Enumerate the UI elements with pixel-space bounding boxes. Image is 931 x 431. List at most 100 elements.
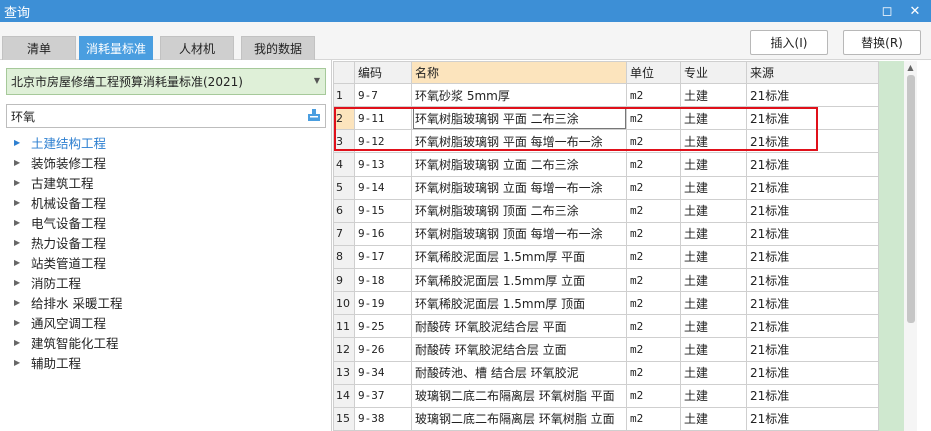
tree-item[interactable]: ▶ 建筑智能化工程 [0, 332, 330, 352]
expand-icon[interactable]: ▶ [14, 358, 31, 367]
cell-name[interactable]: 环氧稀胶泥面层 1.5mm厚 平面 [411, 244, 627, 270]
search-filter-icon[interactable] [307, 108, 321, 122]
table-row[interactable]: 7 9-16 环氧树脂玻璃钢 顶面 每增一布一涂 m2 土建 21标准 [333, 221, 879, 246]
cell-name[interactable]: 环氧树脂玻璃钢 立面 二布三涂 [411, 152, 627, 177]
cell-code[interactable]: 9-38 [354, 406, 412, 431]
cell-major[interactable]: 土建 [680, 267, 747, 293]
cell-name[interactable]: 环氧树脂玻璃钢 立面 每增一布一涂 [411, 175, 627, 200]
tree-item[interactable]: ▶ 土建结构工程 [0, 132, 330, 152]
cell-name[interactable]: 玻璃钢二底二布隔离层 环氧树脂 立面 [411, 406, 627, 431]
cell-name[interactable]: 环氧树脂玻璃钢 平面 每增一布一涂 [411, 129, 627, 154]
cell-unit[interactable]: m2 [626, 291, 681, 316]
tree-item[interactable]: ▶ 电气设备工程 [0, 212, 330, 232]
cell-source[interactable]: 21标准 [746, 314, 879, 339]
cell-major[interactable]: 土建 [680, 337, 747, 362]
expand-icon[interactable]: ▶ [14, 338, 31, 347]
expand-icon[interactable]: ▶ [14, 158, 31, 167]
cell-major[interactable]: 土建 [680, 221, 747, 246]
insert-button[interactable]: 插入(I) [750, 30, 828, 55]
cell-unit[interactable]: m2 [626, 175, 681, 200]
cell-name[interactable]: 耐酸砖池、槽 结合层 环氧胶泥 [411, 360, 627, 385]
expand-icon[interactable]: ▶ [14, 218, 31, 227]
cell-code[interactable]: 9-13 [354, 152, 412, 177]
row-number[interactable]: 11 [333, 314, 355, 339]
cell-code[interactable]: 9-34 [354, 360, 412, 385]
cell-source[interactable]: 21标准 [746, 221, 879, 246]
cell-unit[interactable]: m2 [626, 244, 681, 270]
cell-major[interactable]: 土建 [680, 106, 747, 131]
row-number[interactable]: 12 [333, 337, 355, 362]
cell-name[interactable]: 环氧稀胶泥面层 1.5mm厚 顶面 [411, 291, 627, 316]
cell-code[interactable]: 9-11 [354, 106, 412, 131]
row-number[interactable]: 10 [333, 291, 355, 316]
cell-code[interactable]: 9-18 [354, 267, 412, 293]
cell-unit[interactable]: m2 [626, 337, 681, 362]
expand-icon[interactable]: ▶ [14, 238, 31, 247]
tree-item[interactable]: ▶ 通风空调工程 [0, 312, 330, 332]
cell-source[interactable]: 21标准 [746, 267, 879, 293]
expand-icon[interactable]: ▶ [14, 318, 31, 327]
cell-major[interactable]: 土建 [680, 314, 747, 339]
cell-unit[interactable]: m2 [626, 106, 681, 131]
cell-unit[interactable]: m2 [626, 129, 681, 154]
cell-unit[interactable]: m2 [626, 383, 681, 408]
tree-item[interactable]: ▶ 古建筑工程 [0, 172, 330, 192]
cell-unit[interactable]: m2 [626, 152, 681, 177]
table-row[interactable]: 3 9-12 环氧树脂玻璃钢 平面 每增一布一涂 m2 土建 21标准 [333, 129, 879, 154]
row-number[interactable]: 1 [333, 82, 355, 108]
cell-code[interactable]: 9-19 [354, 291, 412, 316]
cell-name[interactable]: 耐酸砖 环氧胶泥结合层 立面 [411, 337, 627, 362]
expand-icon[interactable]: ▶ [14, 198, 31, 207]
cell-unit[interactable]: m2 [626, 314, 681, 339]
cell-name[interactable]: 环氧树脂玻璃钢 平面 二布三涂 [411, 106, 627, 131]
table-row[interactable]: 12 9-26 耐酸砖 环氧胶泥结合层 立面 m2 土建 21标准 [333, 337, 879, 362]
cell-major[interactable]: 土建 [680, 291, 747, 316]
cell-code[interactable]: 9-26 [354, 337, 412, 362]
cell-unit[interactable]: m2 [626, 82, 681, 108]
vertical-scrollbar[interactable]: ▲ [904, 61, 917, 431]
tree-item[interactable]: ▶ 消防工程 [0, 272, 330, 292]
row-number[interactable]: 13 [333, 360, 355, 385]
expand-icon[interactable]: ▶ [14, 258, 31, 267]
cell-name[interactable]: 环氧树脂玻璃钢 顶面 每增一布一涂 [411, 221, 627, 246]
column-header-major[interactable]: 专业 [680, 61, 747, 84]
tree-item[interactable]: ▶ 装饰装修工程 [0, 152, 330, 172]
expand-icon[interactable]: ▶ [14, 278, 31, 287]
table-row[interactable]: 14 9-37 玻璃钢二底二布隔离层 环氧树脂 平面 m2 土建 21标准 [333, 383, 879, 408]
row-number[interactable]: 9 [333, 267, 355, 293]
cell-major[interactable]: 土建 [680, 244, 747, 270]
cell-code[interactable]: 9-17 [354, 244, 412, 270]
cell-source[interactable]: 21标准 [746, 152, 879, 177]
cell-source[interactable]: 21标准 [746, 337, 879, 362]
row-number[interactable]: 14 [333, 383, 355, 408]
table-row[interactable]: 1 9-7 环氧砂浆 5mm厚 m2 土建 21标准 [333, 82, 879, 108]
cell-name[interactable]: 环氧砂浆 5mm厚 [411, 82, 627, 108]
cell-source[interactable]: 21标准 [746, 82, 879, 108]
table-row[interactable]: 11 9-25 耐酸砖 环氧胶泥结合层 平面 m2 土建 21标准 [333, 314, 879, 339]
cell-source[interactable]: 21标准 [746, 360, 879, 385]
cell-source[interactable]: 21标准 [746, 106, 879, 131]
cell-unit[interactable]: m2 [626, 221, 681, 246]
row-number[interactable]: 4 [333, 152, 355, 177]
column-header-code[interactable]: 编码 [354, 61, 412, 84]
tree-item[interactable]: ▶ 热力设备工程 [0, 232, 330, 252]
cell-major[interactable]: 土建 [680, 360, 747, 385]
row-number[interactable]: 15 [333, 406, 355, 431]
cell-source[interactable]: 21标准 [746, 198, 879, 223]
standard-select[interactable]: 北京市房屋修缮工程预算消耗量标准(2021) ▼ [6, 68, 326, 95]
row-number[interactable]: 7 [333, 221, 355, 246]
table-row[interactable]: 8 9-17 环氧稀胶泥面层 1.5mm厚 平面 m2 土建 21标准 [333, 244, 879, 270]
search-input[interactable]: 环氧 [6, 104, 326, 128]
expand-icon[interactable]: ▶ [14, 298, 31, 307]
tab-labor-material-machine[interactable]: 人材机 [160, 36, 234, 60]
cell-code[interactable]: 9-7 [354, 82, 412, 108]
scrollbar-thumb[interactable] [907, 75, 915, 323]
table-row[interactable]: 9 9-18 环氧稀胶泥面层 1.5mm厚 立面 m2 土建 21标准 [333, 267, 879, 293]
cell-code[interactable]: 9-25 [354, 314, 412, 339]
row-number[interactable]: 8 [333, 244, 355, 270]
tab-consumption-standard[interactable]: 消耗量标准 [79, 36, 153, 60]
column-header-unit[interactable]: 单位 [626, 61, 681, 84]
cell-source[interactable]: 21标准 [746, 244, 879, 270]
cell-major[interactable]: 土建 [680, 383, 747, 408]
table-row[interactable]: 10 9-19 环氧稀胶泥面层 1.5mm厚 顶面 m2 土建 21标准 [333, 291, 879, 316]
